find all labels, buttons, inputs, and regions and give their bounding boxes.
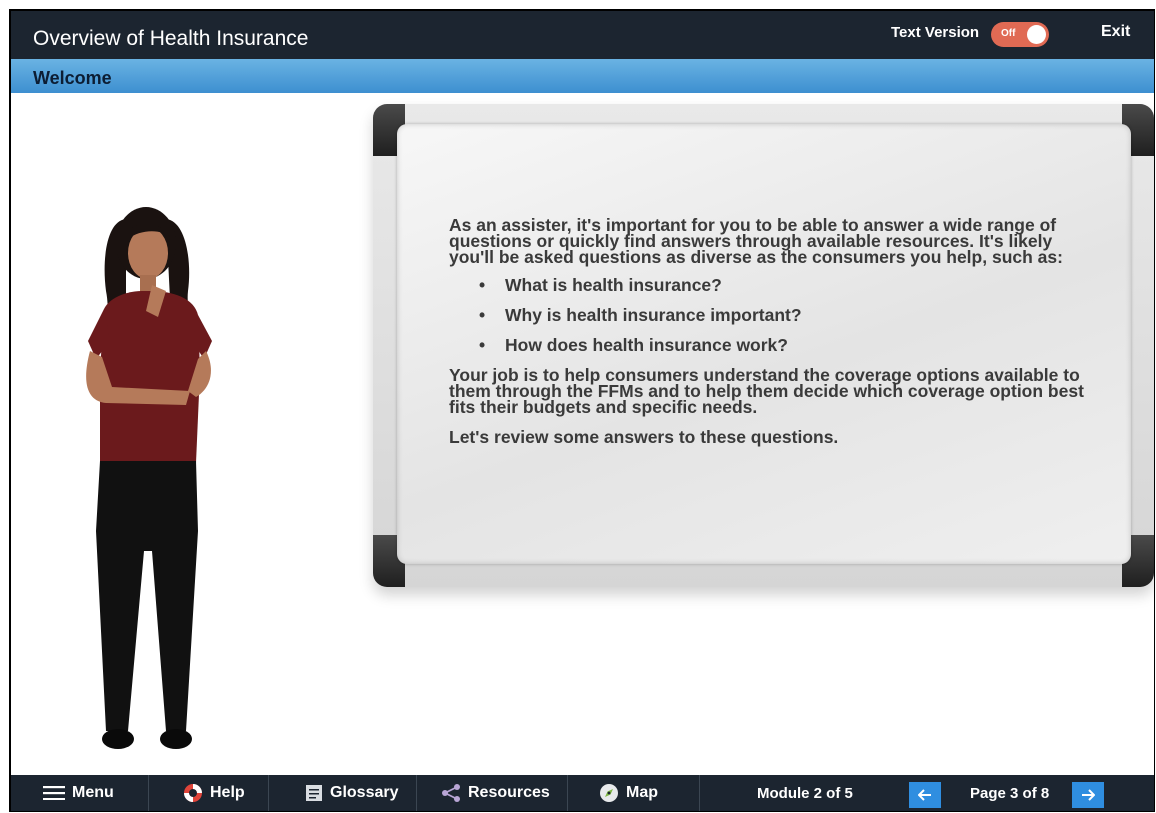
share-icon xyxy=(442,784,460,802)
footer-bar: Menu Help Glossary Resources Map Module … xyxy=(11,775,1154,811)
glossary-button[interactable]: Glossary xyxy=(305,775,398,811)
exit-button[interactable]: Exit xyxy=(1101,23,1130,41)
arrow-right-icon xyxy=(1082,789,1095,801)
glossary-label: Glossary xyxy=(330,784,399,801)
next-page-button[interactable] xyxy=(1072,782,1104,808)
resources-label: Resources xyxy=(468,784,550,801)
menu-label: Menu xyxy=(72,784,114,801)
arrow-left-icon xyxy=(918,789,931,801)
section-title: Welcome xyxy=(33,68,112,88)
resources-button[interactable]: Resources xyxy=(441,775,550,811)
footer-divider xyxy=(416,775,417,811)
book-icon xyxy=(306,785,322,801)
review-paragraph: Let's review some answers to these quest… xyxy=(449,427,839,447)
toggle-state-label: Off xyxy=(1001,28,1016,39)
whiteboard-content: As an assister, it's important for you t… xyxy=(449,215,1099,447)
text-version-label: Text Version xyxy=(891,24,980,41)
help-label: Help xyxy=(210,784,245,801)
help-button[interactable]: Help xyxy=(183,775,245,811)
previous-page-button[interactable] xyxy=(909,782,941,808)
page-indicator: Page 3 of 8 xyxy=(970,785,1050,802)
text-version-toggle[interactable]: Off xyxy=(991,22,1049,47)
map-label: Map xyxy=(626,784,658,801)
list-item: Why is health insurance important? xyxy=(479,306,1099,324)
menu-button[interactable]: Menu xyxy=(43,775,114,811)
question-list: What is health insurance? Why is health … xyxy=(449,276,1099,354)
lifebuoy-icon xyxy=(184,784,202,802)
presenter-image xyxy=(86,207,212,749)
toggle-knob xyxy=(1027,25,1046,44)
job-paragraph: Your job is to help consumers understand… xyxy=(449,365,1084,417)
whiteboard: As an assister, it's important for you t… xyxy=(373,104,1154,587)
map-button[interactable]: Map xyxy=(599,775,658,811)
footer-divider xyxy=(268,775,269,811)
header-bar: Overview of Health Insurance Text Versio… xyxy=(11,11,1154,59)
intro-paragraph: As an assister, it's important for you t… xyxy=(449,215,1063,267)
footer-divider xyxy=(699,775,700,811)
list-item: How does health insurance work? xyxy=(479,336,1099,354)
hamburger-icon xyxy=(43,786,65,800)
course-title: Overview of Health Insurance xyxy=(33,27,309,50)
footer-divider xyxy=(567,775,568,811)
footer-divider xyxy=(148,775,149,811)
course-player: Overview of Health Insurance Text Versio… xyxy=(11,11,1154,811)
module-indicator: Module 2 of 5 xyxy=(757,785,853,802)
section-bar: Welcome xyxy=(11,59,1154,93)
list-item: What is health insurance? xyxy=(479,276,1099,294)
compass-icon xyxy=(600,784,618,802)
